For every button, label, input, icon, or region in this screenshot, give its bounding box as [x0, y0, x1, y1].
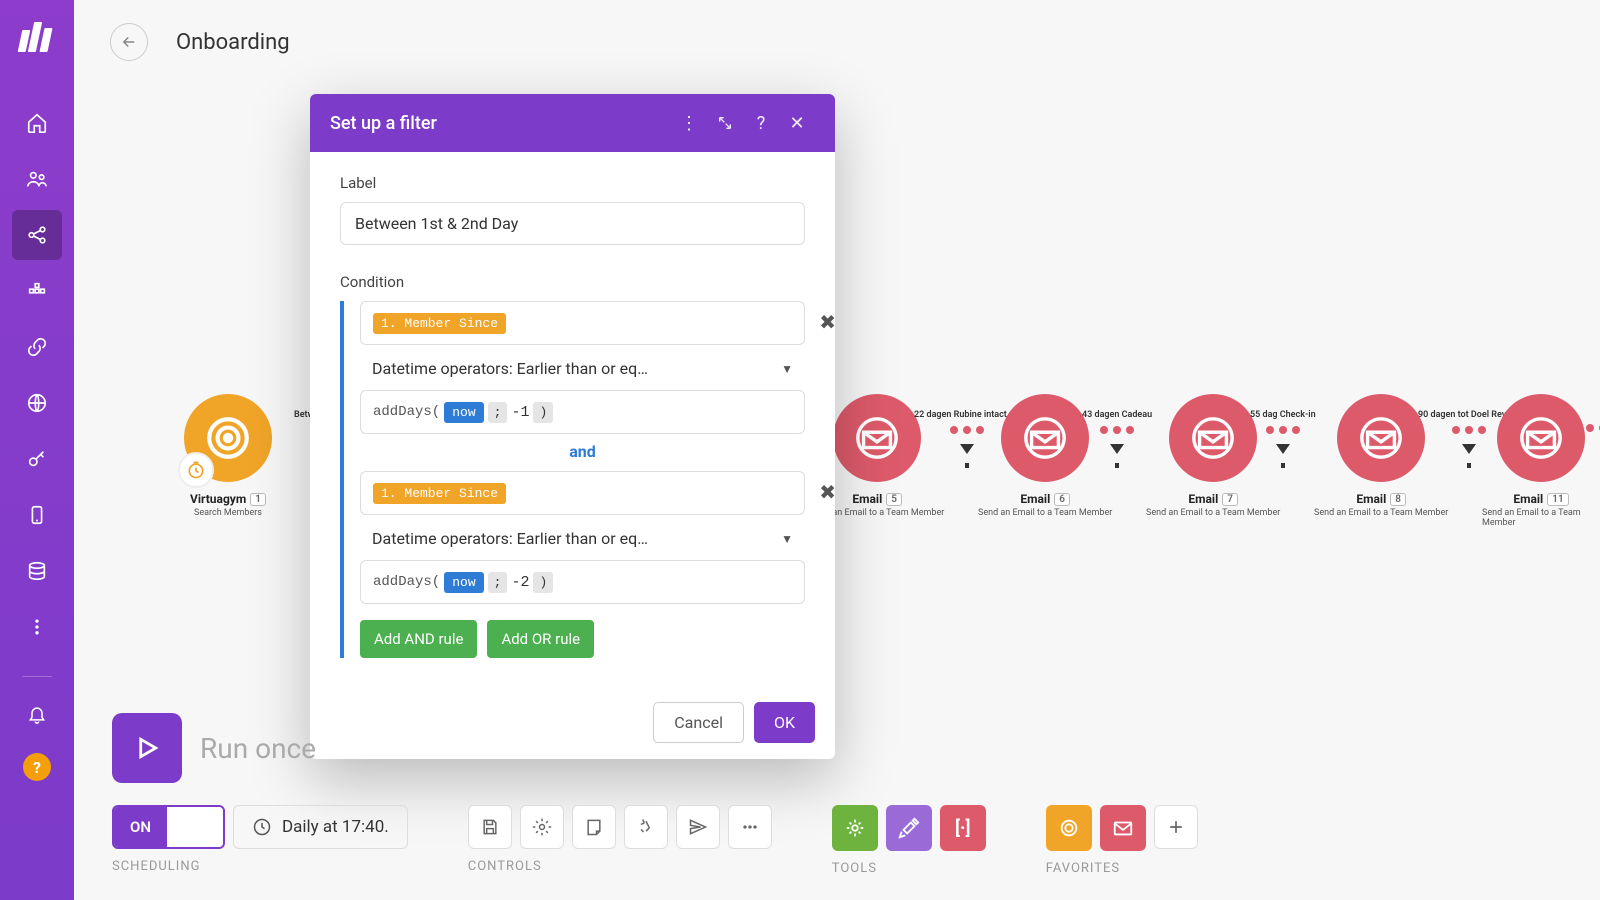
chevron-down-icon: ▼ [781, 532, 793, 546]
label-field-label: Label [340, 174, 805, 192]
nav-home[interactable] [12, 98, 62, 148]
close-icon[interactable]: ✕ [779, 113, 815, 134]
more-icon[interactable]: ⋮ [671, 113, 707, 134]
node-subtitle: Search Members [194, 508, 262, 518]
operator-select[interactable]: Datetime operators: Earlier than or eq… … [360, 523, 805, 560]
filter-modal: Set up a filter ⋮ ? ✕ Label Condition 1.… [310, 94, 835, 759]
filter-segment[interactable]: 43 dagen Cadeau [1082, 410, 1152, 454]
back-button[interactable] [110, 23, 148, 61]
header: Onboarding [74, 0, 1600, 84]
filter-segment[interactable]: 55 dag Check-in [1250, 410, 1316, 454]
page-title: Onboarding [176, 30, 290, 55]
more-controls-icon[interactable] [728, 805, 772, 849]
modal-title: Set up a filter [330, 113, 671, 134]
clock-icon [178, 452, 214, 488]
remove-condition-icon[interactable]: ✖ [819, 480, 835, 504]
node-title: Virtuagym [190, 492, 246, 506]
nav-webhooks[interactable] [12, 378, 62, 428]
save-icon[interactable] [468, 805, 512, 849]
tool-flow[interactable] [832, 805, 878, 851]
sidebar: ? [0, 0, 74, 900]
add-and-rule-button[interactable]: Add AND rule [360, 620, 477, 658]
tool-text[interactable]: [·] [940, 805, 986, 851]
tool-tools[interactable] [886, 805, 932, 851]
operator-select[interactable]: Datetime operators: Earlier than or eq… … [360, 353, 805, 390]
help-badge[interactable]: ? [23, 753, 51, 781]
condition-field[interactable]: 1. Member Since ✖ [360, 301, 805, 345]
favorite-virtuagym[interactable] [1046, 805, 1092, 851]
nav-connections[interactable] [12, 322, 62, 372]
run-label: Run once [200, 732, 316, 765]
expand-icon[interactable] [707, 115, 743, 131]
nav-more[interactable] [12, 602, 62, 652]
label-input[interactable] [340, 202, 805, 245]
node-email[interactable]: Email11Send an Email to a Team Member [1482, 394, 1600, 528]
app-logo [20, 18, 54, 52]
run-button[interactable] [112, 713, 182, 783]
scheduling-toggle[interactable]: ON [112, 805, 225, 849]
settings-icon[interactable] [520, 805, 564, 849]
and-separator: and [360, 442, 805, 461]
schedule-display[interactable]: Daily at 17:40. [233, 805, 408, 849]
chevron-down-icon: ▼ [781, 362, 793, 376]
remove-condition-icon[interactable]: ✖ [819, 310, 835, 334]
nav-scenarios[interactable] [12, 210, 62, 260]
nav-team[interactable] [12, 154, 62, 204]
clock-icon [252, 817, 272, 837]
help-icon[interactable]: ? [743, 113, 779, 134]
explain-flow-icon[interactable] [676, 805, 720, 849]
notes-icon[interactable] [572, 805, 616, 849]
nav-keys[interactable] [12, 434, 62, 484]
nav-datastores[interactable] [12, 546, 62, 596]
auto-align-icon[interactable] [624, 805, 668, 849]
add-favorite-button[interactable] [1154, 805, 1198, 849]
node-virtuagym[interactable]: Virtuagym1 Search Members [184, 394, 272, 518]
nav-templates[interactable] [12, 266, 62, 316]
value-field[interactable]: addDays( now ; -1 ) [360, 390, 805, 434]
condition-field[interactable]: 1. Member Since ✖ [360, 471, 805, 515]
add-or-rule-button[interactable]: Add OR rule [487, 620, 594, 658]
nav-notifications[interactable] [12, 689, 62, 739]
bottom-bar: Run once ON Daily at 17:40. SCHEDULING [112, 713, 1580, 876]
condition-field-label: Condition [340, 273, 805, 291]
value-field[interactable]: addDays( now ; -2 ) [360, 560, 805, 604]
favorite-email[interactable] [1100, 805, 1146, 851]
nav-devices[interactable] [12, 490, 62, 540]
